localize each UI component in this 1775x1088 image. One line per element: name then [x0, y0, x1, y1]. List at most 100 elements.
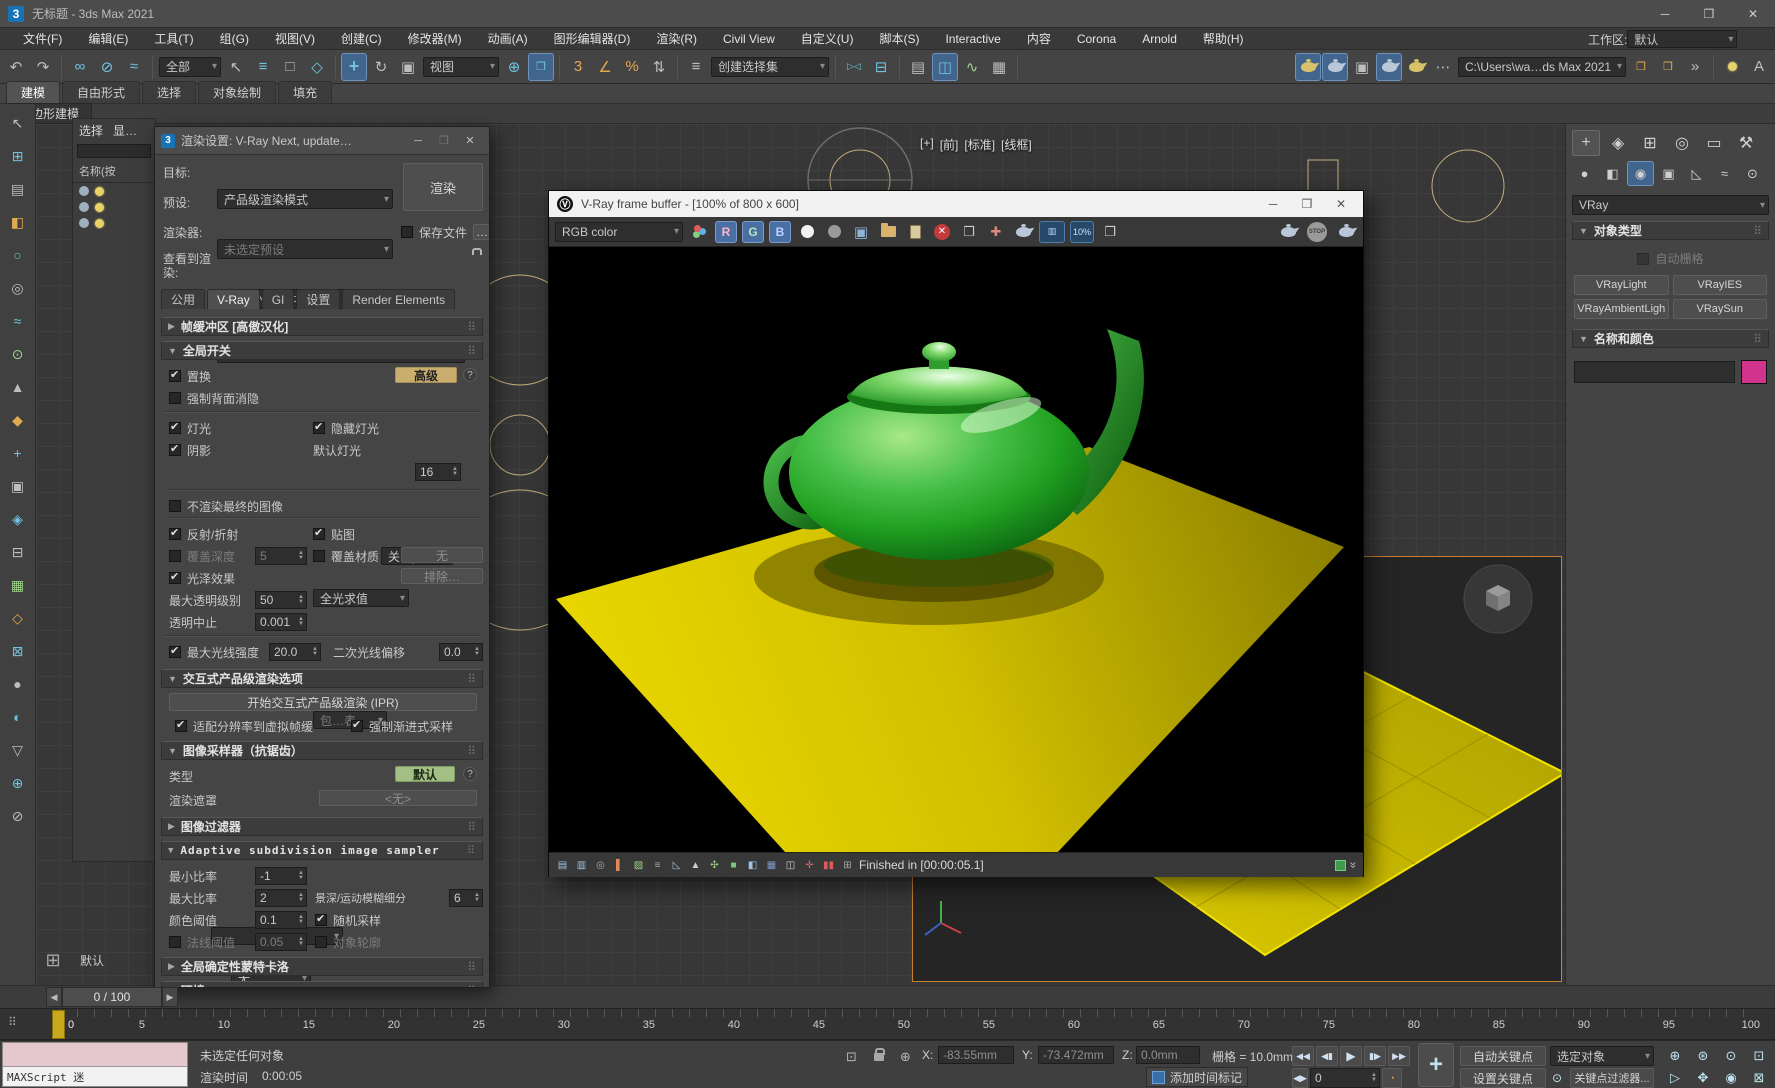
- cone-tool-icon[interactable]: ▲: [7, 376, 29, 398]
- edit-named-sets-icon[interactable]: [684, 54, 708, 80]
- stereo-icon[interactable]: ▮▮: [821, 858, 836, 873]
- systems-icon[interactable]: ⊙: [1740, 162, 1765, 185]
- randomize-samples-checkbox[interactable]: [315, 914, 327, 926]
- sphere-tool-icon[interactable]: ⊙: [7, 343, 29, 365]
- secondary-bias-spinner[interactable]: 0.0: [439, 643, 483, 661]
- rollout-image-filter[interactable]: ▶图像过滤器: [161, 817, 483, 836]
- rollout-dmc[interactable]: ▶全局确定性蒙特卡洛: [161, 957, 483, 976]
- maxscript-mini-listener[interactable]: MAXScript 迷: [2, 1042, 188, 1087]
- buffer-icon[interactable]: ▥: [574, 858, 589, 873]
- hsl-icon[interactable]: ▨: [631, 858, 646, 873]
- save-file-checkbox[interactable]: [401, 226, 413, 238]
- tab-hierarchy-icon[interactable]: ⊞: [1636, 130, 1664, 156]
- monochrome-icon[interactable]: [823, 221, 845, 243]
- curve-icon[interactable]: ◺: [669, 858, 684, 873]
- stamp-icon[interactable]: ⊞: [840, 858, 855, 873]
- bind-spacewarp-icon[interactable]: [122, 54, 146, 80]
- object-type-button[interactable]: VRaySun: [1673, 299, 1768, 319]
- minimize-button[interactable]: [1643, 0, 1687, 27]
- plus-circle-tool-icon[interactable]: ⊕: [7, 772, 29, 794]
- force-backface-checkbox[interactable]: [169, 392, 181, 404]
- explorer-row[interactable]: [73, 215, 155, 231]
- auto-key-button[interactable]: 自动关键点: [1460, 1046, 1546, 1066]
- object-name-input[interactable]: [1574, 361, 1735, 383]
- zoom-icon[interactable]: ⊕: [1662, 1045, 1688, 1066]
- viewport-label[interactable]: [+]: [920, 136, 934, 153]
- select-tool-icon[interactable]: ↖: [7, 112, 29, 134]
- time-slider[interactable]: ◀ 0 / 100 ▶: [46, 987, 178, 1007]
- object-type-button[interactable]: VRayAmbientLigh: [1574, 299, 1669, 319]
- render-mask-none-button[interactable]: <无>: [319, 790, 477, 806]
- maxscript-pink-row[interactable]: [3, 1043, 187, 1067]
- tab-vray[interactable]: V-Ray: [207, 289, 260, 309]
- spinner-snap-icon[interactable]: [647, 54, 671, 80]
- min-rate-spinner[interactable]: -1: [255, 867, 307, 885]
- key-filters-icon[interactable]: [1552, 1071, 1562, 1085]
- eye-icon[interactable]: [79, 202, 89, 212]
- fit-resolution-checkbox[interactable]: [175, 720, 187, 732]
- alpha-channel-icon[interactable]: [796, 221, 818, 243]
- orbit-icon[interactable]: ◉: [1718, 1067, 1744, 1088]
- exclude-button[interactable]: 排除…: [401, 568, 483, 584]
- angle-snap-icon[interactable]: [593, 54, 617, 80]
- max-rate-spinner[interactable]: 2: [255, 889, 307, 907]
- cameras-icon[interactable]: ▣: [1656, 162, 1681, 185]
- menu-item[interactable]: 创建(C): [328, 30, 395, 47]
- wave-tool-icon[interactable]: ≈: [7, 310, 29, 332]
- dialog-close-button[interactable]: [457, 131, 483, 151]
- rollout-environment[interactable]: ▶环境: [161, 981, 483, 988]
- render-setup-icon[interactable]: [1323, 54, 1347, 80]
- shapes-icon[interactable]: ◧: [1600, 162, 1625, 185]
- prev-frame-arrow[interactable]: ◀: [46, 987, 62, 1007]
- override-material-checkbox[interactable]: [313, 550, 325, 562]
- help-lamp-icon[interactable]: [1720, 54, 1744, 80]
- toggle-ribbon-icon[interactable]: [933, 54, 957, 80]
- menu-item[interactable]: 文件(F): [10, 30, 75, 47]
- normal-threshold-spinner[interactable]: 0.05: [255, 933, 307, 951]
- render-settings-titlebar[interactable]: 3 渲染设置: V-Ray Next, update…: [155, 127, 489, 155]
- redo-icon[interactable]: [31, 54, 55, 80]
- override-depth-spinner[interactable]: 5: [255, 547, 307, 565]
- autogrid-checkbox[interactable]: [1637, 253, 1649, 265]
- gem-tool-icon[interactable]: ◈: [7, 508, 29, 530]
- rollout-global-switches[interactable]: ▼全局开关: [161, 341, 483, 360]
- explorer-column-header[interactable]: 名称(按: [73, 160, 155, 183]
- lights-checkbox[interactable]: [169, 422, 181, 434]
- about-icon[interactable]: ◎: [593, 858, 608, 873]
- toolbar-overflow-icon[interactable]: »: [1683, 54, 1707, 80]
- light-category-dropdown[interactable]: VRay: [1572, 195, 1769, 215]
- menu-item[interactable]: Corona: [1064, 32, 1129, 46]
- select-rotate-icon[interactable]: [369, 54, 393, 80]
- menu-item[interactable]: 帮助(H): [1190, 30, 1257, 47]
- color-corrections-icon[interactable]: ■: [726, 858, 741, 873]
- default-mode-button[interactable]: 默认: [395, 766, 455, 782]
- set-key-button[interactable]: 设置关键点: [1460, 1068, 1546, 1088]
- rollout-frame-buffer[interactable]: ▶帧缓冲区 [高傲汉化]: [161, 317, 483, 336]
- lighting-evaluation-spinner[interactable]: 16: [415, 463, 461, 481]
- mirror-icon[interactable]: [842, 54, 866, 80]
- menu-item[interactable]: Civil View: [710, 32, 788, 46]
- ribbon-tab[interactable]: 填充: [278, 81, 332, 103]
- named-selection-sets-dropdown[interactable]: 创建选择集: [711, 57, 829, 77]
- tab-common[interactable]: 公用: [161, 289, 205, 309]
- region-render-icon[interactable]: [1012, 221, 1034, 243]
- help-icon[interactable]: ?: [463, 767, 477, 781]
- duplicate-buffer-icon[interactable]: [1099, 221, 1121, 243]
- minus-tool-icon[interactable]: ⊟: [7, 541, 29, 563]
- red-channel-toggle[interactable]: R: [715, 221, 737, 243]
- reference-coordinate-dropdown[interactable]: 视图: [423, 57, 499, 77]
- menu-item[interactable]: 图形编辑器(D): [541, 30, 644, 47]
- selection-filter-dropdown[interactable]: 全部: [159, 57, 221, 77]
- time-slider-value[interactable]: 0 / 100: [62, 987, 162, 1007]
- menu-item[interactable]: 动画(A): [475, 30, 541, 47]
- explorer-tab-display[interactable]: 显…: [113, 122, 137, 139]
- schematic-view-icon[interactable]: [987, 54, 1011, 80]
- timeline-ruler[interactable]: 0 51015202530354045505560657075808590951…: [0, 1008, 1775, 1040]
- levels-icon[interactable]: ≡: [650, 858, 665, 873]
- unlink-icon[interactable]: [95, 54, 119, 80]
- tab-motion-icon[interactable]: ◎: [1668, 130, 1696, 156]
- render-button[interactable]: 渲染: [403, 163, 483, 211]
- menu-item[interactable]: 脚本(S): [866, 30, 932, 47]
- rollout-object-type[interactable]: ▼对象类型: [1572, 221, 1769, 240]
- menu-item[interactable]: 组(G): [207, 30, 262, 47]
